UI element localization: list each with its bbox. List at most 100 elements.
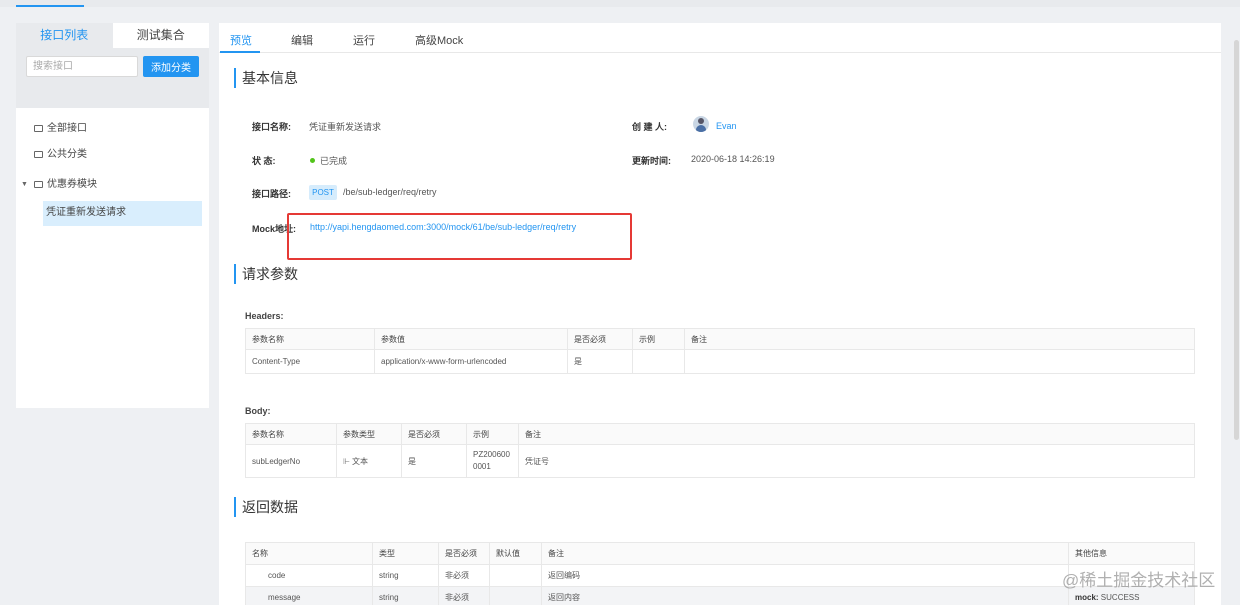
col-required: 是否必须 — [438, 542, 490, 565]
tree-item-label: 公共分类 — [47, 149, 87, 160]
top-active-indicator — [16, 5, 84, 7]
table-header-row: 参数名称 参数类型 是否必须 示例 备注 — [245, 423, 1195, 445]
headers-label: Headers: — [245, 311, 284, 321]
mock-key: mock: — [1075, 593, 1099, 602]
body-table: 参数名称 参数类型 是否必须 示例 备注 subLedgerNo ⊩ 文本 是 P… — [245, 423, 1195, 478]
folder-icon — [34, 125, 43, 132]
creator-label: 创 建 人: — [632, 122, 667, 132]
tree-item-public[interactable]: 公共分类 — [16, 142, 209, 168]
col-required: 是否必须 — [567, 328, 633, 350]
status-dot-icon — [310, 158, 315, 163]
path-value: /be/sub-ledger/req/retry — [343, 187, 437, 197]
creator-link[interactable]: Evan — [716, 121, 737, 131]
body-label: Body: — [245, 406, 271, 416]
headers-table: 参数名称 参数值 是否必须 示例 备注 Content-Type applica… — [245, 328, 1195, 374]
name-value: 凭证重新发送请求 — [309, 122, 382, 132]
cell-type: string — [372, 586, 439, 605]
section-basic-info: 基本信息 — [234, 68, 298, 88]
col-note: 备注 — [518, 423, 1195, 445]
tab-interface-list[interactable]: 接口列表 — [16, 23, 113, 48]
folder-open-icon — [34, 181, 43, 188]
cell-default — [489, 586, 542, 605]
cell-example — [632, 349, 685, 374]
mock-value: SUCCESS — [1100, 593, 1140, 602]
tab-edit[interactable]: 编辑 — [291, 32, 313, 48]
cell-note: 返回内容 — [541, 586, 1069, 605]
caret-down-icon[interactable]: ▼ — [21, 172, 28, 198]
col-param-type: 参数类型 — [336, 423, 402, 445]
tab-active-indicator — [220, 51, 260, 53]
updated-label: 更新时间: — [632, 156, 671, 166]
tab-preview[interactable]: 预览 — [230, 32, 252, 48]
tree-item-label: 全部接口 — [47, 123, 87, 134]
cell-name: message — [245, 586, 373, 605]
tree-item-label: 优惠券模块 — [47, 179, 97, 190]
path-label: 接口路径: — [252, 189, 291, 199]
col-other: 其他信息 — [1068, 542, 1195, 565]
section-request-params: 请求参数 — [234, 264, 298, 284]
cell-value: application/x-www-form-urlencoded — [374, 349, 568, 374]
tab-run[interactable]: 运行 — [353, 32, 375, 48]
highlight-box — [287, 213, 632, 260]
col-default: 默认值 — [489, 542, 542, 565]
category-tree: 全部接口 公共分类 ▼ 优惠券模块 凭证重新发送请求 — [16, 108, 209, 226]
cell-required: 非必须 — [438, 564, 490, 587]
cell-name: subLedgerNo — [245, 444, 337, 478]
main-tabs: 预览 编辑 运行 高级Mock — [219, 23, 1221, 53]
status-label: 状 态: — [252, 156, 276, 166]
col-example: 示例 — [466, 423, 519, 445]
tab-advanced-mock[interactable]: 高级Mock — [415, 32, 463, 48]
col-note: 备注 — [541, 542, 1069, 565]
name-label: 接口名称: — [252, 122, 291, 132]
cell-default — [489, 564, 542, 587]
col-example: 示例 — [632, 328, 685, 350]
avatar-head — [698, 118, 704, 124]
avatar[interactable] — [693, 116, 709, 132]
type-text: 文本 — [351, 456, 368, 466]
section-response-data: 返回数据 — [234, 497, 298, 517]
tree-item-all[interactable]: 全部接口 — [16, 116, 209, 142]
sidebar-tabs: 接口列表 测试集合 — [16, 23, 209, 48]
cell-required: 非必须 — [438, 586, 490, 605]
col-type: 类型 — [372, 542, 439, 565]
cell-type: ⊩ 文本 — [336, 444, 402, 478]
tree-item-coupon[interactable]: ▼ 优惠券模块 — [16, 172, 209, 198]
text-type-icon: ⊩ — [343, 456, 350, 466]
main-panel: 预览 编辑 运行 高级Mock 基本信息 接口名称: 凭证重新发送请求 创 建 … — [219, 23, 1221, 605]
cell-name: Content-Type — [245, 349, 375, 374]
table-row: Content-Type application/x-www-form-urle… — [245, 349, 1195, 374]
status-value: 已完成 — [310, 154, 347, 167]
status-text: 已完成 — [320, 156, 348, 166]
col-name: 名称 — [245, 542, 373, 565]
col-param-name: 参数名称 — [245, 423, 337, 445]
watermark: @稀土掘金技术社区 — [1062, 571, 1216, 590]
cell-name: code — [245, 564, 373, 587]
search-input[interactable] — [26, 56, 138, 77]
folder-icon — [34, 151, 43, 158]
tab-test-collection[interactable]: 测试集合 — [112, 23, 209, 48]
top-bar — [0, 0, 1240, 7]
table-row: subLedgerNo ⊩ 文本 是 PZ2006000001 凭证号 — [245, 444, 1195, 478]
cell-required: 是 — [567, 349, 633, 374]
col-param-value: 参数值 — [374, 328, 568, 350]
col-param-name: 参数名称 — [245, 328, 375, 350]
cell-required: 是 — [401, 444, 467, 478]
table-row: code string 非必须 返回编码 — [245, 564, 1195, 587]
table-header-row: 名称 类型 是否必须 默认值 备注 其他信息 — [245, 542, 1195, 565]
avatar-body — [696, 125, 706, 132]
response-table: 名称 类型 是否必须 默认值 备注 其他信息 code string 非必须 返… — [245, 542, 1195, 605]
cell-type: string — [372, 564, 439, 587]
tree-leaf-selected[interactable]: 凭证重新发送请求 — [43, 201, 202, 226]
table-header-row: 参数名称 参数值 是否必须 示例 备注 — [245, 328, 1195, 350]
cell-example: PZ2006000001 — [466, 444, 519, 478]
col-required: 是否必须 — [401, 423, 467, 445]
col-note: 备注 — [684, 328, 1195, 350]
method-badge: POST — [309, 185, 337, 200]
sidebar-search-area: 添加分类 — [16, 48, 209, 108]
cell-note — [684, 349, 1195, 374]
cell-note: 返回编码 — [541, 564, 1069, 587]
cell-note: 凭证号 — [518, 444, 1195, 478]
sidebar: 接口列表 测试集合 添加分类 全部接口 公共分类 ▼ 优惠券模块 凭证重新发送请… — [16, 23, 209, 408]
add-category-button[interactable]: 添加分类 — [143, 56, 199, 77]
page-scrollbar[interactable] — [1234, 40, 1239, 440]
